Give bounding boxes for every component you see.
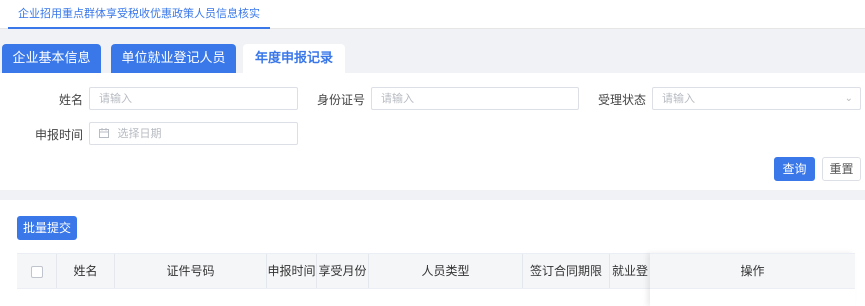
select-all-checkbox[interactable] [30, 265, 43, 278]
records-table-panel: 批量提交 姓名 证件号码 申报时间 享受月份 人员类型 签订合同期限 就业登 操… [0, 200, 865, 306]
column-header: 签订合同期限 [523, 254, 610, 288]
date-picker[interactable]: 选择日期 [89, 122, 298, 145]
tab-registered-staff[interactable]: 单位就业登记人员 [111, 44, 236, 73]
column-header-operations: 操作 [650, 253, 855, 289]
calendar-icon [99, 124, 109, 145]
batch-submit-button[interactable]: 批量提交 [17, 216, 77, 240]
tab-basic-info[interactable]: 企业基本信息 [2, 44, 101, 73]
status-label: 受理状态 [597, 93, 646, 107]
id-number-label: 身份证号 [316, 93, 365, 107]
top-bar: 企业招用重点群体享受税收优惠政策人员信息核实 [0, 0, 865, 29]
fixed-operations-column: 操作 [650, 253, 855, 306]
column-header: 申报时间 [267, 254, 317, 288]
id-number-input[interactable]: 请输入 [371, 87, 579, 110]
tab-strip: 企业基本信息 单位就业登记人员 年度申报记录 [0, 29, 865, 73]
reset-button[interactable]: 重置 [822, 157, 861, 181]
page-tab-verification[interactable]: 企业招用重点群体享受税收优惠政策人员信息核实 [8, 0, 270, 29]
column-header: 享受月份 [317, 254, 369, 288]
date-label: 申报时间 [34, 128, 83, 142]
chevron-down-icon: ⌄ [844, 93, 853, 104]
tab-annual-records[interactable]: 年度申报记录 [243, 44, 345, 73]
search-form: 姓名 请输入 身份证号 请输入 受理状态 请输入 ⌄ 申报时间 选择日期 查询 … [0, 73, 865, 190]
column-header: 证件号码 [115, 254, 267, 288]
name-input[interactable]: 请输入 [89, 87, 298, 110]
column-header: 人员类型 [369, 254, 523, 288]
name-label: 姓名 [58, 93, 83, 107]
column-header: 就业登 [611, 264, 648, 278]
select-all-cell [17, 254, 57, 288]
column-header: 姓名 [57, 254, 115, 288]
status-select[interactable]: 请输入 ⌄ [652, 87, 861, 110]
query-button[interactable]: 查询 [774, 157, 815, 181]
